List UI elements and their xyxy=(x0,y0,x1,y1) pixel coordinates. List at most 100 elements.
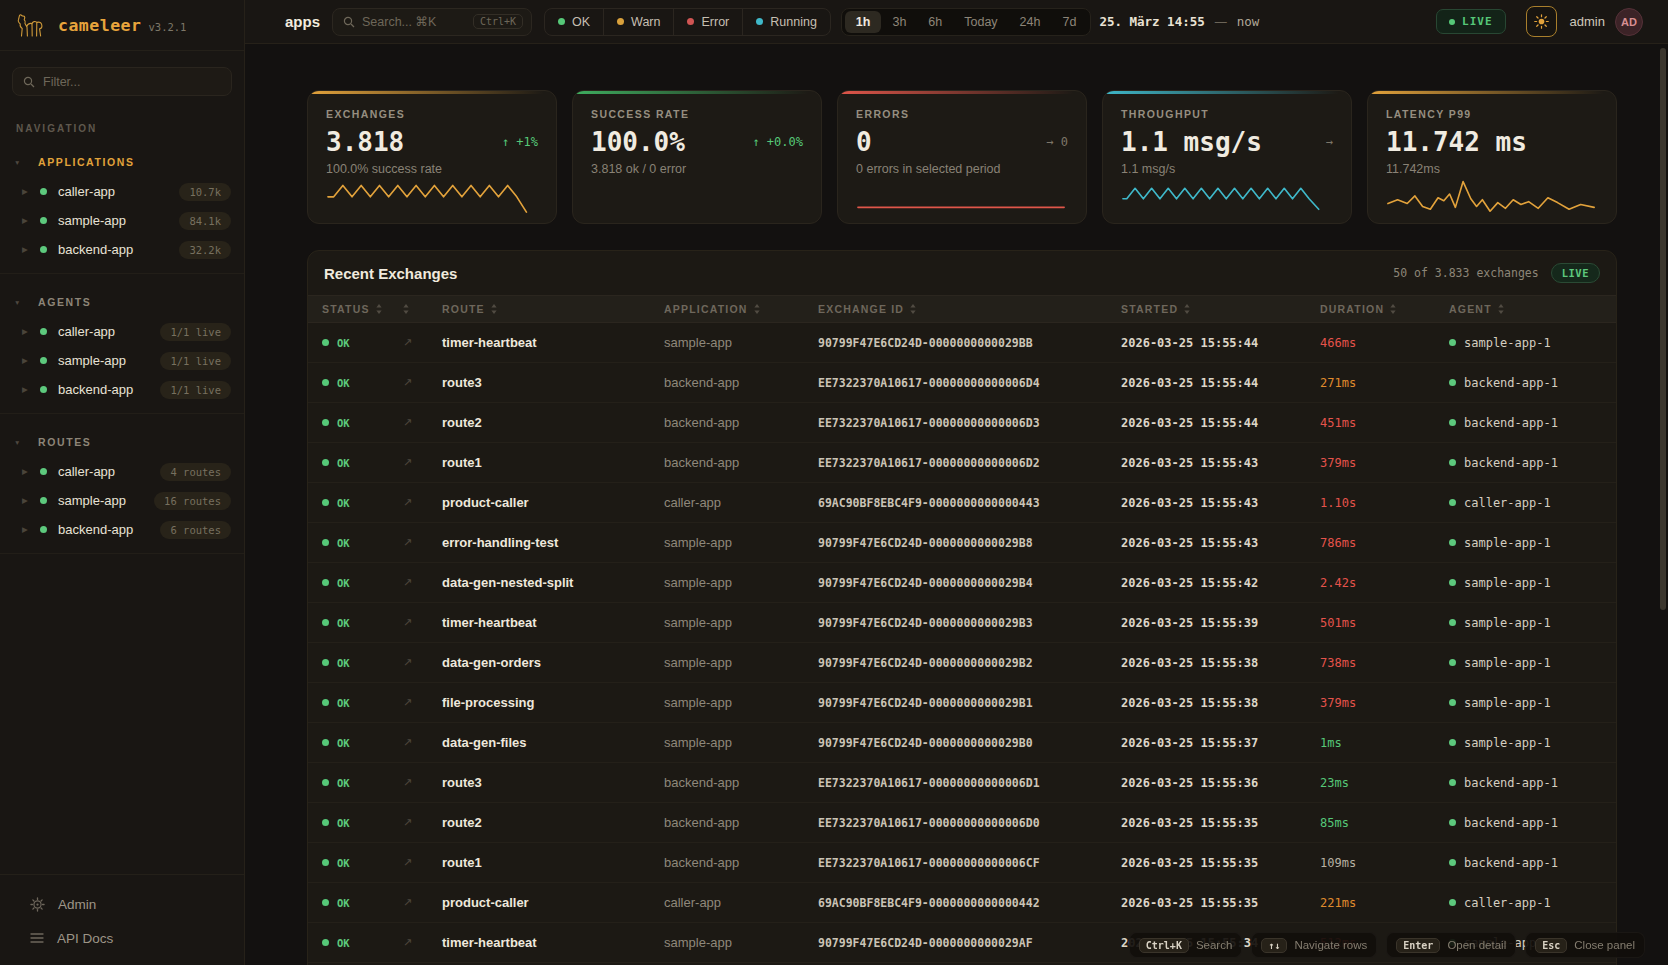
search-input[interactable]: Search... ⌘K Ctrl+K xyxy=(332,8,532,36)
agent-cell: sample-app-1 xyxy=(1449,536,1616,550)
table-row[interactable]: OK↗timer-heartbeatsample-app90799F47E6CD… xyxy=(308,323,1616,363)
open-link-icon[interactable]: ↗ xyxy=(382,656,442,669)
sidebar-footer-admin[interactable]: Admin xyxy=(0,887,244,921)
table-row[interactable]: OK↗error-handling-testsample-app90799F47… xyxy=(308,523,1616,563)
column-header-application[interactable]: APPLICATION xyxy=(664,303,818,315)
table-summary: 50 of 3.833 exchanges xyxy=(1393,266,1538,280)
started-cell: 2026-03-25 15:55:35 xyxy=(1121,896,1320,910)
open-link-icon[interactable]: ↗ xyxy=(382,696,442,709)
search-icon xyxy=(23,76,35,88)
open-link-icon[interactable]: ↗ xyxy=(382,496,442,509)
open-link-icon[interactable]: ↗ xyxy=(382,776,442,789)
ok-dot-icon xyxy=(322,619,329,626)
stat-card-throughput: THROUGHPUT1.1 msg/s→1.1 msg/s xyxy=(1102,90,1352,224)
table-row[interactable]: OK↗route3backend-appEE7322370A10617-0000… xyxy=(308,763,1616,803)
sidebar-item-caller-app[interactable]: ▶caller-app1/1 live xyxy=(0,317,244,346)
table-row[interactable]: OK↗product-callercaller-app69AC90BF8EBC4… xyxy=(308,483,1616,523)
status-filter-running[interactable]: Running xyxy=(742,9,830,35)
open-link-icon[interactable]: ↗ xyxy=(382,376,442,389)
column-header-link[interactable] xyxy=(382,304,442,314)
filter-input[interactable]: Filter... xyxy=(12,67,232,96)
open-link-icon[interactable]: ↗ xyxy=(382,536,442,549)
duration-cell: 738ms xyxy=(1320,656,1449,670)
table-row[interactable]: OK↗route2backend-appEE7322370A10617-0000… xyxy=(308,403,1616,443)
range-button-today[interactable]: Today xyxy=(953,11,1008,33)
agent-dot-icon xyxy=(1449,459,1456,466)
range-button-1h[interactable]: 1h xyxy=(845,11,882,33)
open-link-icon[interactable]: ↗ xyxy=(382,456,442,469)
column-header-status[interactable]: STATUS xyxy=(322,303,382,315)
open-link-icon[interactable]: ↗ xyxy=(382,576,442,589)
open-link-icon[interactable]: ↗ xyxy=(382,336,442,349)
open-link-icon[interactable]: ↗ xyxy=(382,816,442,829)
sidebar-item-sample-app[interactable]: ▶sample-app1/1 live xyxy=(0,346,244,375)
table-row[interactable]: OK↗data-gen-filessample-app90799F47E6CD2… xyxy=(308,723,1616,763)
sidebar-item-caller-app[interactable]: ▶caller-app4 routes xyxy=(0,457,244,486)
section-header-agents[interactable]: ▼AGENTS xyxy=(0,287,244,317)
sidebar-item-sample-app[interactable]: ▶sample-app16 routes xyxy=(0,486,244,515)
table-row[interactable]: OK↗route2backend-appEE7322370A10617-0000… xyxy=(308,803,1616,843)
agent-dot-icon xyxy=(1449,419,1456,426)
table-row[interactable]: OK↗timer-heartbeatsample-app90799F47E6CD… xyxy=(308,603,1616,643)
theme-toggle-button[interactable] xyxy=(1526,6,1557,37)
chevron-down-icon: ▼ xyxy=(14,439,26,446)
open-link-icon[interactable]: ↗ xyxy=(382,616,442,629)
agent-dot-icon xyxy=(1449,659,1456,666)
table-row[interactable]: OK↗data-gen-nested-splitsample-app90799F… xyxy=(308,563,1616,603)
divider xyxy=(0,273,244,274)
status-cell: OK xyxy=(322,337,382,349)
divider xyxy=(0,553,244,554)
kbd-badge: ↑↓ xyxy=(1261,938,1287,953)
ok-dot-icon xyxy=(322,739,329,746)
section-header-routes[interactable]: ▼ROUTES xyxy=(0,427,244,457)
column-header-duration[interactable]: DURATION xyxy=(1320,303,1449,315)
sidebar-item-backend-app[interactable]: ▶backend-app32.2k xyxy=(0,235,244,264)
open-link-icon[interactable]: ↗ xyxy=(382,416,442,429)
open-link-icon[interactable]: ↗ xyxy=(382,896,442,909)
column-header-route[interactable]: ROUTE xyxy=(442,303,664,315)
ok-dot-icon xyxy=(322,499,329,506)
exchange-id-cell: 90799F47E6CD24D-0000000000029AF xyxy=(818,936,1121,950)
avatar[interactable]: AD xyxy=(1615,8,1643,36)
item-badge: 6 routes xyxy=(160,521,231,539)
sidebar-item-sample-app[interactable]: ▶sample-app84.1k xyxy=(0,206,244,235)
open-link-icon[interactable]: ↗ xyxy=(382,936,442,949)
open-link-icon[interactable]: ↗ xyxy=(382,736,442,749)
range-button-7d[interactable]: 7d xyxy=(1051,11,1087,33)
scrollbar[interactable] xyxy=(1660,48,1666,610)
search-shortcut: Ctrl+K xyxy=(473,14,523,29)
sidebar-footer-api-docs[interactable]: API Docs xyxy=(0,921,244,955)
camel-logo-icon xyxy=(14,10,48,40)
status-filter-ok[interactable]: OK xyxy=(545,9,603,35)
table-row[interactable]: OK↗data-gen-orderssample-app90799F47E6CD… xyxy=(308,643,1616,683)
range-button-24h[interactable]: 24h xyxy=(1009,11,1052,33)
table-row[interactable]: OK↗route1backend-appEE7322370A10617-0000… xyxy=(308,443,1616,483)
status-filter-warn[interactable]: Warn xyxy=(603,9,673,35)
table-row[interactable]: OK↗product-callercaller-app69AC90BF8EBC4… xyxy=(308,883,1616,923)
table-row[interactable]: OK↗route1backend-appEE7322370A10617-0000… xyxy=(308,843,1616,883)
sidebar-item-caller-app[interactable]: ▶caller-app10.7k xyxy=(0,177,244,206)
ok-dot-icon xyxy=(322,419,329,426)
column-header-agent[interactable]: AGENT xyxy=(1449,303,1616,315)
status-filter-error[interactable]: Error xyxy=(673,9,742,35)
stat-card-success-rate: SUCCESS RATE100.0%↑ +0.0%3.818 ok / 0 er… xyxy=(572,90,822,224)
card-delta: ↑ +1% xyxy=(502,135,538,149)
table-row[interactable]: OK↗file-processingsample-app90799F47E6CD… xyxy=(308,683,1616,723)
status-dot-icon xyxy=(40,497,47,504)
sidebar-item-backend-app[interactable]: ▶backend-app6 routes xyxy=(0,515,244,544)
range-button-6h[interactable]: 6h xyxy=(917,11,953,33)
open-link-icon[interactable]: ↗ xyxy=(382,856,442,869)
started-cell: 2026-03-25 15:55:37 xyxy=(1121,736,1320,750)
range-button-3h[interactable]: 3h xyxy=(881,11,917,33)
table-row[interactable]: OK↗route3backend-appEE7322370A10617-0000… xyxy=(308,363,1616,403)
table-header-row: STATUS ROUTEAPPLICATIONEXCHANGE IDSTARTED… xyxy=(308,295,1616,323)
section-header-applications[interactable]: ▼APPLICATIONS xyxy=(0,147,244,177)
route-cell: route1 xyxy=(442,855,664,870)
ok-dot-icon xyxy=(322,459,329,466)
column-header-exchange-id[interactable]: EXCHANGE ID xyxy=(818,303,1121,315)
live-badge[interactable]: LIVE xyxy=(1436,9,1506,34)
column-header-started[interactable]: STARTED xyxy=(1121,303,1320,315)
sidebar-item-backend-app[interactable]: ▶backend-app1/1 live xyxy=(0,375,244,404)
nav-section-routes: ▼ROUTES▶caller-app4 routes▶sample-app16 … xyxy=(0,427,244,544)
status-dot-icon xyxy=(40,526,47,533)
